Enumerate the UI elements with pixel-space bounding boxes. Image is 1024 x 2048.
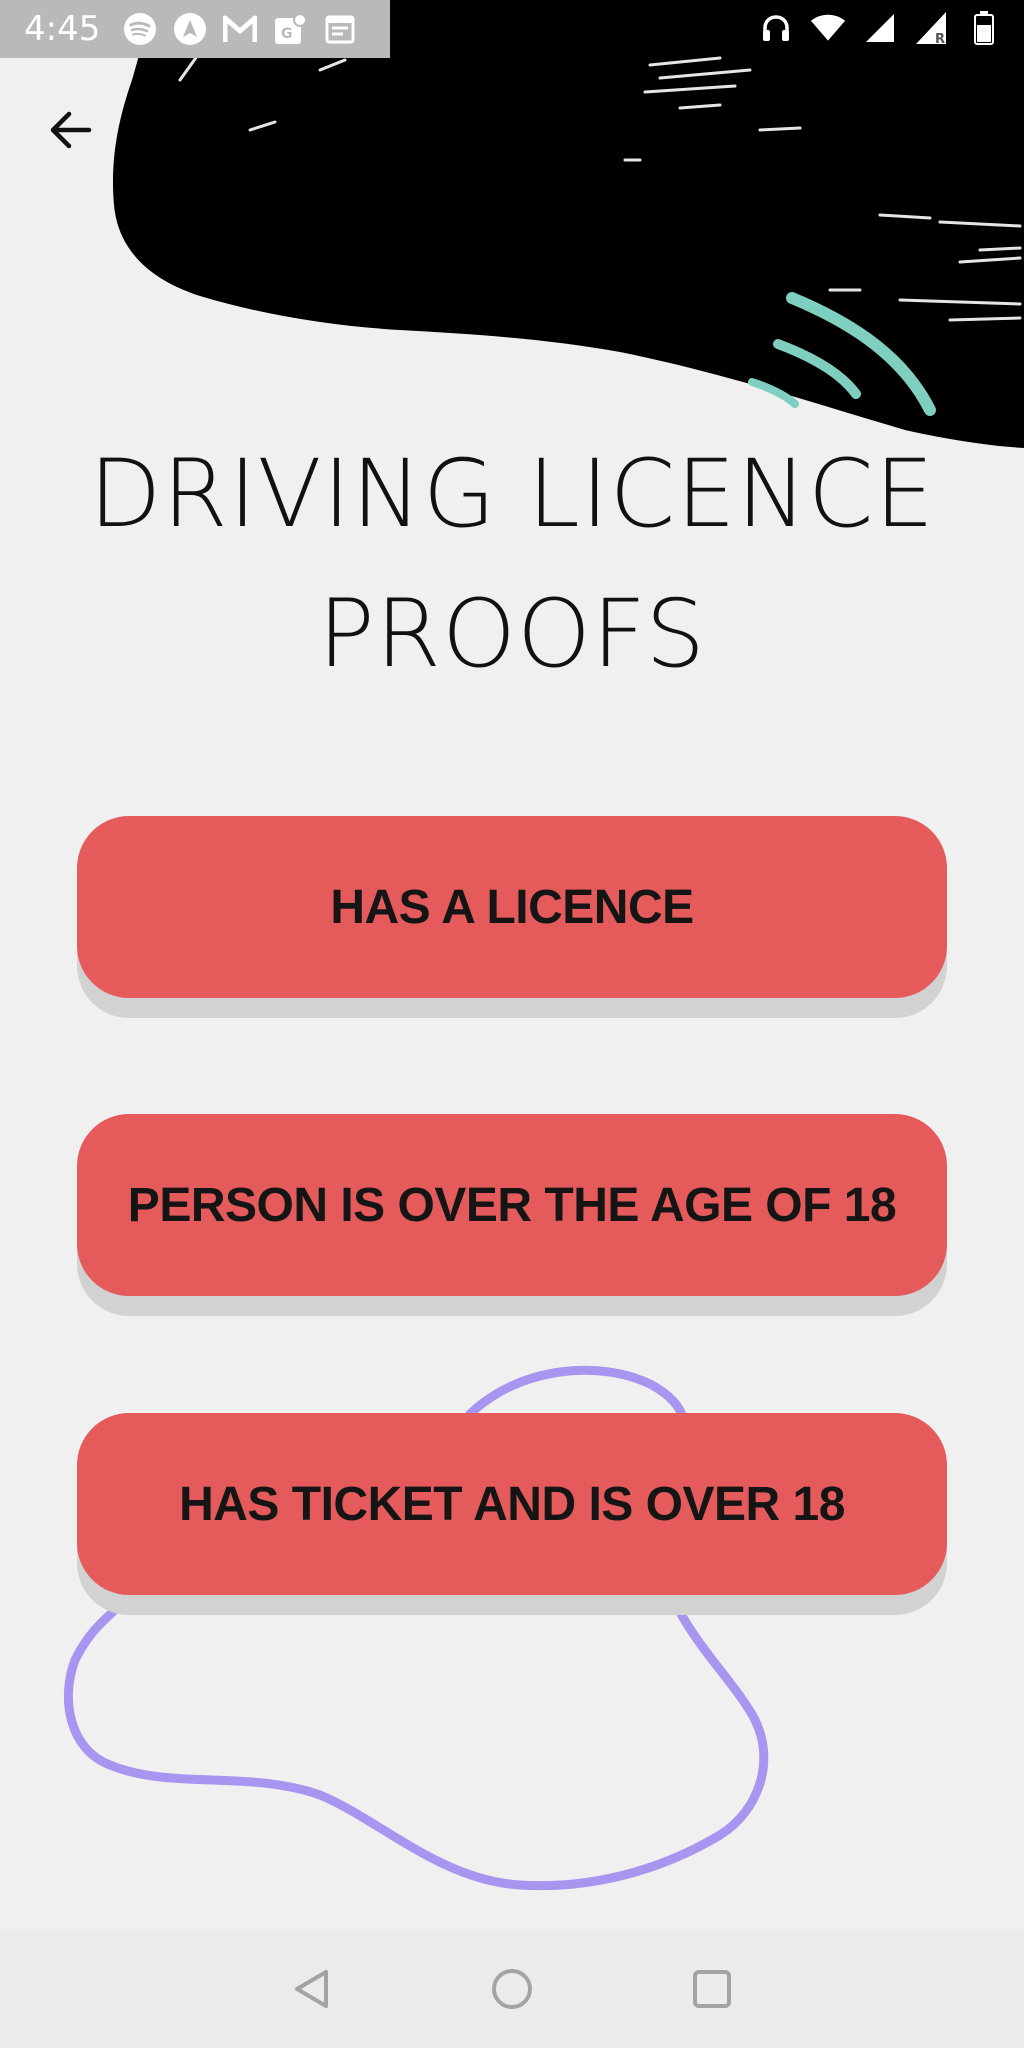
battery-icon	[966, 10, 1002, 46]
nav-back-button[interactable]	[282, 1959, 342, 2019]
status-bar: 4:45 G R	[0, 0, 1024, 58]
option-label: HAS TICKET AND IS OVER 18	[179, 1477, 845, 1531]
roaming-label: R	[935, 32, 945, 46]
option-label: PERSON IS OVER THE AGE OF 18	[127, 1178, 897, 1232]
maps-icon: G	[272, 11, 308, 47]
recents-square-icon	[693, 1970, 731, 2008]
wifi-icon	[810, 10, 846, 46]
nav-home-button[interactable]	[482, 1959, 542, 2019]
black-brush-stroke	[112, 0, 1024, 448]
decorative-artwork	[64, 0, 1024, 1891]
status-bar-left: 4:45 G	[0, 0, 390, 58]
screen: 4:45 G R DRIVING LICENCE PROOFS HAS A LI…	[0, 0, 1024, 2048]
signal-roaming-icon: R	[914, 10, 950, 46]
gmail-icon	[222, 11, 258, 47]
home-circle-icon	[492, 1969, 532, 2009]
has-licence-button[interactable]: HAS A LICENCE	[77, 816, 947, 998]
spotify-icon	[122, 11, 158, 47]
navigation-icon	[172, 11, 208, 47]
arrow-left-icon	[50, 111, 92, 149]
headphones-icon	[758, 10, 794, 46]
signal-icon	[862, 10, 898, 46]
ticket-and-over-18-button[interactable]: HAS TICKET AND IS OVER 18	[77, 1413, 947, 1595]
nav-recents-button[interactable]	[682, 1959, 742, 2019]
page-title-line-2: PROOFS	[317, 580, 707, 689]
option-label: HAS A LICENCE	[330, 880, 694, 934]
back-button[interactable]	[40, 100, 100, 160]
back-triangle-icon	[295, 1970, 328, 2008]
svg-text:G: G	[281, 26, 293, 42]
status-bar-right: R	[758, 10, 1002, 46]
page-title-line-1: DRIVING LICENCE	[89, 440, 935, 549]
status-time: 4:45	[24, 9, 101, 49]
calendar-icon	[322, 11, 358, 47]
page-title: DRIVING LICENCE PROOFS	[0, 425, 1024, 705]
over-18-button[interactable]: PERSON IS OVER THE AGE OF 18	[77, 1114, 947, 1296]
navigation-bar	[0, 1930, 1024, 2048]
